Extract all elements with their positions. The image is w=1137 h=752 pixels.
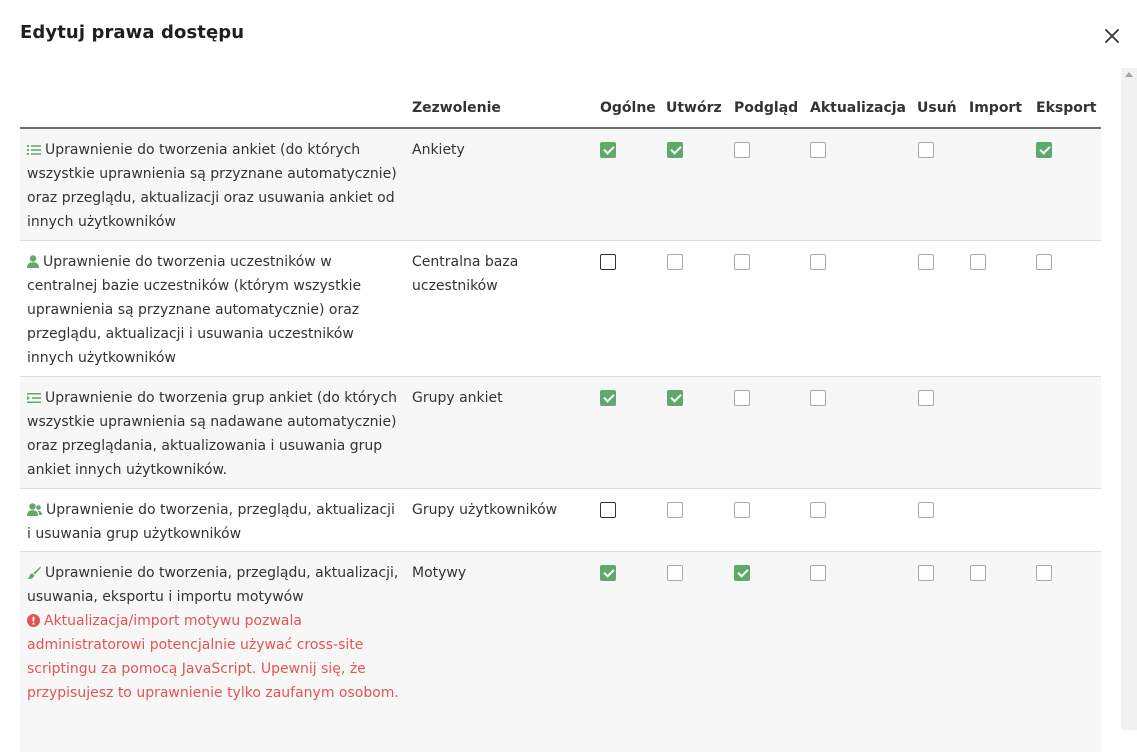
checkbox-participants-export[interactable] xyxy=(1036,254,1052,270)
header-create: Utwórz xyxy=(666,100,722,116)
header-export: Eksport xyxy=(1036,100,1097,116)
row-description: Uprawnienie do tworzenia, przeglądu, akt… xyxy=(27,498,402,546)
row-description: Uprawnienie do tworzenia grup ankiet (do… xyxy=(27,386,402,482)
checkbox-themes-update[interactable] xyxy=(810,565,826,581)
row-description-text: Uprawnienie do tworzenia, przeglądu, akt… xyxy=(27,565,399,605)
scroll-up-arrow-icon[interactable] xyxy=(1125,72,1133,77)
checkbox-surveys-preview[interactable] xyxy=(734,142,750,158)
checkbox-surveys-delete[interactable] xyxy=(918,142,934,158)
table-row-surveys: Uprawnienie do tworzenia ankiet (do któr… xyxy=(20,129,1101,241)
table-header: Zezwolenie Ogólne Utwórz Podgląd Aktuali… xyxy=(20,88,1101,129)
header-delete: Usuń xyxy=(917,100,957,116)
theme-warning-text: Aktualizacja/import motywu pozwala admin… xyxy=(27,613,399,701)
checkbox-surveys-update[interactable] xyxy=(810,142,826,158)
row-description-text: Uprawnienie do tworzenia, przeglądu, akt… xyxy=(27,502,395,542)
row-description-text: Uprawnienie do tworzenia ankiet (do któr… xyxy=(27,142,397,230)
checkbox-survey-groups-update[interactable] xyxy=(810,390,826,406)
header-general: Ogólne xyxy=(600,100,656,116)
checkbox-survey-groups-create[interactable] xyxy=(667,390,683,406)
indent-list-icon xyxy=(27,393,41,403)
close-button[interactable] xyxy=(1100,24,1124,48)
header-update: Aktualizacja xyxy=(810,100,906,116)
header-import: Import xyxy=(969,100,1023,116)
checkbox-themes-import[interactable] xyxy=(970,565,986,581)
header-permission: Zezwolenie xyxy=(412,100,501,116)
checkbox-themes-delete[interactable] xyxy=(918,565,934,581)
checkbox-surveys-general[interactable] xyxy=(600,142,616,158)
scrollbar[interactable] xyxy=(1121,68,1137,730)
list-icon xyxy=(27,145,41,155)
checkbox-user-groups-update[interactable] xyxy=(810,502,826,518)
row-description-text: Uprawnienie do tworzenia grup ankiet (do… xyxy=(27,390,398,478)
checkbox-themes-create[interactable] xyxy=(667,565,683,581)
table-row-survey-groups: Uprawnienie do tworzenia grup ankiet (do… xyxy=(20,377,1101,489)
checkbox-surveys-export[interactable] xyxy=(1036,142,1052,158)
row-description: Uprawnienie do tworzenia ankiet (do któr… xyxy=(27,138,402,234)
row-permission-name: Motywy xyxy=(412,565,467,581)
checkbox-surveys-create[interactable] xyxy=(667,142,683,158)
table-row-themes: Uprawnienie do tworzenia, przeglądu, akt… xyxy=(20,552,1101,752)
checkbox-participants-delete[interactable] xyxy=(918,254,934,270)
checkbox-user-groups-delete[interactable] xyxy=(918,502,934,518)
checkbox-themes-preview[interactable] xyxy=(734,565,750,581)
user-icon xyxy=(27,255,39,268)
checkbox-participants-import[interactable] xyxy=(970,254,986,270)
row-permission-name: Grupy ankiet xyxy=(412,390,503,406)
permissions-table: Zezwolenie Ogólne Utwórz Podgląd Aktuali… xyxy=(20,88,1101,752)
row-description: Uprawnienie do tworzenia, przeglądu, akt… xyxy=(27,561,402,705)
theme-warning: Aktualizacja/import motywu pozwala admin… xyxy=(27,613,399,701)
checkbox-survey-groups-delete[interactable] xyxy=(918,390,934,406)
row-permission-name: Ankiety xyxy=(412,142,465,158)
table-row-participants: Uprawnienie do tworzenia uczestników w c… xyxy=(20,241,1101,377)
checkbox-survey-groups-general[interactable] xyxy=(600,390,616,406)
exclamation-circle-icon xyxy=(27,614,40,627)
row-description: Uprawnienie do tworzenia uczestników w c… xyxy=(27,250,402,370)
checkbox-participants-update[interactable] xyxy=(810,254,826,270)
row-permission-name: Grupy użytkowników xyxy=(412,502,558,518)
checkbox-participants-preview[interactable] xyxy=(734,254,750,270)
row-description-text: Uprawnienie do tworzenia uczestników w c… xyxy=(27,254,362,366)
user-group-icon xyxy=(27,503,42,516)
checkbox-themes-general[interactable] xyxy=(600,565,616,581)
checkbox-user-groups-preview[interactable] xyxy=(734,502,750,518)
checkbox-themes-export[interactable] xyxy=(1036,565,1052,581)
row-permission-name: Centralna baza uczestników xyxy=(412,254,519,294)
paint-brush-icon xyxy=(27,566,41,579)
checkbox-user-groups-create[interactable] xyxy=(667,502,683,518)
modal-title: Edytuj prawa dostępu xyxy=(20,22,245,43)
close-icon xyxy=(1105,29,1119,43)
checkbox-participants-create[interactable] xyxy=(667,254,683,270)
table-row-user-groups: Uprawnienie do tworzenia, przeglądu, akt… xyxy=(20,489,1101,552)
checkbox-user-groups-general[interactable] xyxy=(600,502,616,518)
checkbox-participants-general[interactable] xyxy=(600,254,616,270)
checkbox-survey-groups-preview[interactable] xyxy=(734,390,750,406)
header-preview: Podgląd xyxy=(734,100,799,116)
